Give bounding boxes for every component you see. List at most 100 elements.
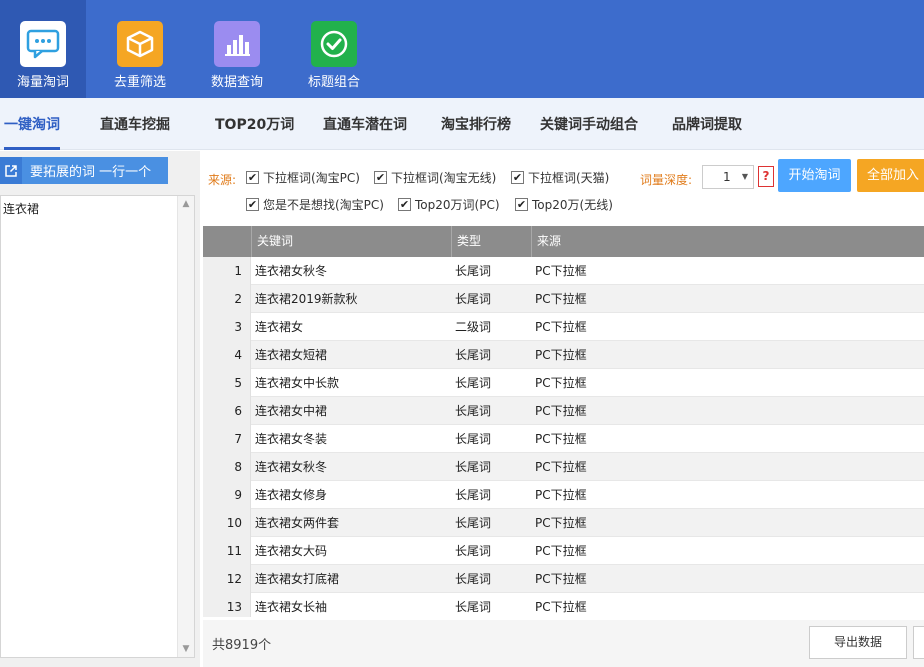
table-row[interactable]: 11 连衣裙女大码 长尾词 PC下拉框: [203, 537, 924, 565]
cell-type: 长尾词: [455, 460, 492, 474]
source-checkbox-label: 您是不是想找(淘宝PC): [263, 198, 384, 212]
row-number: 12: [203, 565, 251, 593]
depth-label: 词量深度:: [640, 173, 693, 187]
caret-down-icon: ▼: [741, 172, 748, 181]
table-row[interactable]: 13 连衣裙女长袖 长尾词 PC下拉框: [203, 593, 924, 617]
table-footer: 共8919个 导出数据: [203, 620, 924, 667]
cell-keyword: 连衣裙女两件套: [255, 516, 340, 530]
cell-type: 长尾词: [455, 292, 492, 306]
app-toolbar: 海量淘词 去重筛选 数据查询 标题组合: [0, 0, 924, 98]
source-checkbox-label: 下拉框词(淘宝无线): [391, 171, 497, 185]
add-all-button[interactable]: 全部加入: [857, 159, 924, 192]
tab-brand-extract[interactable]: 品牌词提取: [672, 98, 742, 150]
scroll-down-icon[interactable]: ▼: [178, 641, 194, 657]
table-row[interactable]: 7 连衣裙女冬装 长尾词 PC下拉框: [203, 425, 924, 453]
table-header: 关键词 类型 来源: [203, 226, 924, 257]
cell-type: 长尾词: [455, 376, 492, 390]
source-checkbox-top20w-mobile[interactable]: ✔ Top20万(无线): [515, 196, 613, 213]
tab-manual-combine[interactable]: 关键词手动组合: [540, 98, 638, 150]
source-checkbox-tmall[interactable]: ✔ 下拉框词(天猫): [511, 169, 609, 186]
column-header-source[interactable]: 来源: [531, 226, 924, 257]
tool-mass-keywords[interactable]: 海量淘词: [0, 0, 86, 98]
checkbox-checked-icon[interactable]: ✔: [374, 171, 387, 184]
source-checkbox-top20w-pc[interactable]: ✔ Top20万词(PC): [398, 196, 500, 213]
table-row[interactable]: 3 连衣裙女 二级词 PC下拉框: [203, 313, 924, 341]
cell-source: PC下拉框: [535, 488, 587, 502]
tool-label: 标题组合: [307, 75, 360, 90]
bar-chart-icon: [214, 21, 260, 67]
expand-words-header[interactable]: 要拓展的词 一行一个: [0, 157, 168, 184]
export-data-button[interactable]: 导出数据: [809, 626, 907, 659]
words-scrollbar[interactable]: ▲ ▼: [177, 196, 194, 657]
checkbox-checked-icon[interactable]: ✔: [246, 198, 259, 211]
tab-taobao-ranking[interactable]: 淘宝排行榜: [441, 98, 511, 150]
checkbox-checked-icon[interactable]: ✔: [511, 171, 524, 184]
tool-dedupe-filter[interactable]: 去重筛选: [97, 0, 183, 98]
tab-ztc-mining[interactable]: 直通车挖掘: [100, 98, 170, 150]
results-table: 关键词 类型 来源 ▶1连衣裙女秋冬长尾词PC下拉框2连衣裙2019新款秋长尾词…: [203, 226, 924, 617]
cell-type: 长尾词: [455, 432, 492, 446]
row-number: 9: [203, 481, 251, 509]
tool-title-combine[interactable]: 标题组合: [291, 0, 377, 98]
tool-label: 海量淘词: [16, 75, 69, 90]
table-row[interactable]: 5 连衣裙女中长款 长尾词 PC下拉框: [203, 369, 924, 397]
cell-source: PC下拉框: [535, 404, 587, 418]
row-number: 5: [203, 369, 251, 397]
cell-source: PC下拉框: [535, 544, 587, 558]
tab-ztc-potential[interactable]: 直通车潜在词: [323, 98, 407, 150]
tool-label: 去重筛选: [113, 75, 166, 90]
source-checkbox-label: Top20万词(PC): [415, 198, 500, 212]
tab-top20w[interactable]: TOP20万词: [215, 98, 294, 150]
column-header-type[interactable]: 类型: [451, 226, 531, 257]
cell-source: PC下拉框: [535, 292, 587, 306]
table-row[interactable]: 6 连衣裙女中裙 长尾词 PC下拉框: [203, 397, 924, 425]
box-icon: [117, 21, 163, 67]
words-input[interactable]: [1, 196, 177, 657]
table-row[interactable]: ▶1连衣裙女秋冬长尾词PC下拉框: [203, 257, 924, 285]
row-number: 1: [203, 257, 251, 285]
cell-type: 长尾词: [455, 404, 492, 418]
start-search-button[interactable]: 开始淘词: [778, 159, 851, 192]
cell-source: PC下拉框: [535, 432, 587, 446]
help-button[interactable]: ?: [758, 166, 774, 187]
scroll-up-icon[interactable]: ▲: [178, 196, 194, 212]
depth-select[interactable]: 1 ▼: [702, 165, 754, 189]
cell-keyword: 连衣裙女长袖: [255, 600, 328, 614]
row-number: 10: [203, 509, 251, 537]
table-row[interactable]: 4 连衣裙女短裙 长尾词 PC下拉框: [203, 341, 924, 369]
expand-words-panel: 要拓展的词 一行一个 ▲ ▼: [0, 151, 200, 667]
cell-source: PC下拉框: [535, 516, 587, 530]
table-row[interactable]: 9 连衣裙女修身 长尾词 PC下拉框: [203, 481, 924, 509]
table-row[interactable]: 10 连衣裙女两件套 长尾词 PC下拉框: [203, 509, 924, 537]
checkbox-checked-icon[interactable]: ✔: [398, 198, 411, 211]
table-row[interactable]: 12 连衣裙女打底裙 长尾词 PC下拉框: [203, 565, 924, 593]
cell-source: PC下拉框: [535, 460, 587, 474]
source-checkbox-label: Top20万(无线): [532, 198, 613, 212]
checkbox-checked-icon[interactable]: ✔: [515, 198, 528, 211]
cell-keyword: 连衣裙女大码: [255, 544, 328, 558]
more-button[interactable]: [913, 626, 924, 659]
tool-label: 数据查询: [210, 75, 263, 90]
column-header-keyword[interactable]: 关键词: [251, 226, 451, 257]
tool-data-query[interactable]: 数据查询: [194, 0, 280, 98]
cell-type: 长尾词: [455, 572, 492, 586]
source-checkbox-taobao-mobile[interactable]: ✔ 下拉框词(淘宝无线): [374, 169, 496, 186]
row-number: 8: [203, 453, 251, 481]
table-row[interactable]: 8 连衣裙女秋冬 长尾词 PC下拉框: [203, 453, 924, 481]
cell-type: 长尾词: [455, 516, 492, 530]
row-number: 3: [203, 313, 251, 341]
checkbox-checked-icon[interactable]: ✔: [246, 171, 259, 184]
cell-type: 长尾词: [455, 600, 492, 614]
cell-source: PC下拉框: [535, 600, 587, 614]
cell-type: 长尾词: [455, 264, 492, 278]
cell-keyword: 连衣裙女冬装: [255, 432, 328, 446]
row-number: 6: [203, 397, 251, 425]
cell-source: PC下拉框: [535, 376, 587, 390]
source-checkbox-taobao-pc[interactable]: ✔ 下拉框词(淘宝PC): [246, 169, 360, 186]
source-checkbox-did-you-mean[interactable]: ✔ 您是不是想找(淘宝PC): [246, 196, 384, 213]
feature-tabs: 一键淘词 直通车挖掘 TOP20万词 直通车潜在词 淘宝排行榜 关键词手动组合 …: [0, 98, 924, 150]
tab-one-click[interactable]: 一键淘词: [4, 98, 60, 150]
search-options: 来源: ✔ 下拉框词(淘宝PC) ✔ 下拉框词(淘宝无线) ✔ 下拉框词(天猫) ✔ 您…: [204, 155, 924, 221]
table-row[interactable]: 2 连衣裙2019新款秋 长尾词 PC下拉框: [203, 285, 924, 313]
cell-keyword: 连衣裙女短裙: [255, 348, 328, 362]
